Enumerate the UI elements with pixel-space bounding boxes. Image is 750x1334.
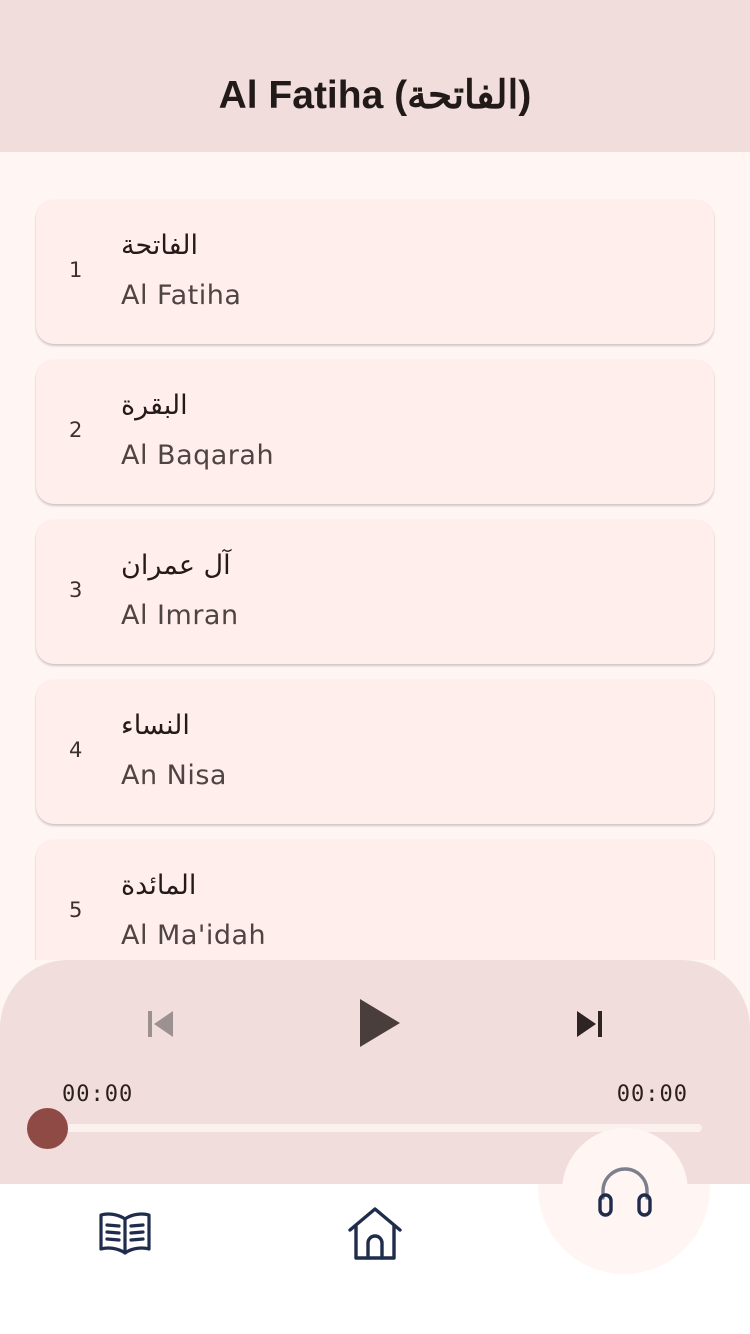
surah-number: 3: [69, 578, 83, 602]
skip-previous-icon: [148, 1011, 173, 1037]
play-icon: [360, 999, 400, 1047]
surah-name: Al Fatiha: [121, 280, 242, 311]
next-button[interactable]: [566, 1000, 614, 1048]
nav-audio-button[interactable]: [562, 1128, 688, 1254]
surah-list[interactable]: 1 الفاتحة Al Fatiha 2 البقرة Al Baqarah …: [0, 152, 750, 960]
surah-card[interactable]: 4 النساء An Nisa: [36, 680, 714, 824]
total-time: 00:00: [616, 1082, 688, 1107]
surah-name: Al Baqarah: [121, 440, 275, 471]
nav-home[interactable]: [343, 1202, 407, 1266]
headphones-icon: [598, 1167, 652, 1217]
surah-name: An Nisa: [121, 760, 227, 791]
surah-number: 1: [69, 258, 83, 282]
page-title: Al Fatiha (الفاتحة): [218, 73, 532, 117]
surah-number: 5: [69, 898, 83, 922]
surah-arabic-name: النساء: [121, 710, 190, 741]
progress-thumb[interactable]: [27, 1108, 68, 1149]
play-button[interactable]: [346, 990, 412, 1056]
surah-card[interactable]: 1 الفاتحة Al Fatiha: [36, 200, 714, 344]
surah-name: Al Imran: [121, 600, 239, 631]
surah-card[interactable]: 3 آل عمران Al Imran: [36, 520, 714, 664]
surah-arabic-name: البقرة: [121, 390, 188, 421]
nav-quran[interactable]: [96, 1206, 154, 1260]
app-bar: Al Fatiha (الفاتحة): [0, 0, 750, 152]
surah-card[interactable]: 2 البقرة Al Baqarah: [36, 360, 714, 504]
surah-arabic-name: المائدة: [121, 870, 197, 901]
current-time: 00:00: [62, 1082, 134, 1107]
surah-name: Al Ma'idah: [121, 920, 267, 951]
surah-number: 2: [69, 418, 83, 442]
previous-button[interactable]: [136, 1000, 184, 1048]
surah-number: 4: [69, 738, 83, 762]
open-book-icon: [99, 1212, 151, 1255]
skip-next-icon: [577, 1011, 602, 1037]
home-icon: [348, 1207, 402, 1260]
surah-card[interactable]: 5 المائدة Al Ma'idah: [36, 840, 714, 960]
surah-arabic-name: آل عمران: [121, 550, 231, 581]
surah-arabic-name: الفاتحة: [121, 230, 199, 261]
